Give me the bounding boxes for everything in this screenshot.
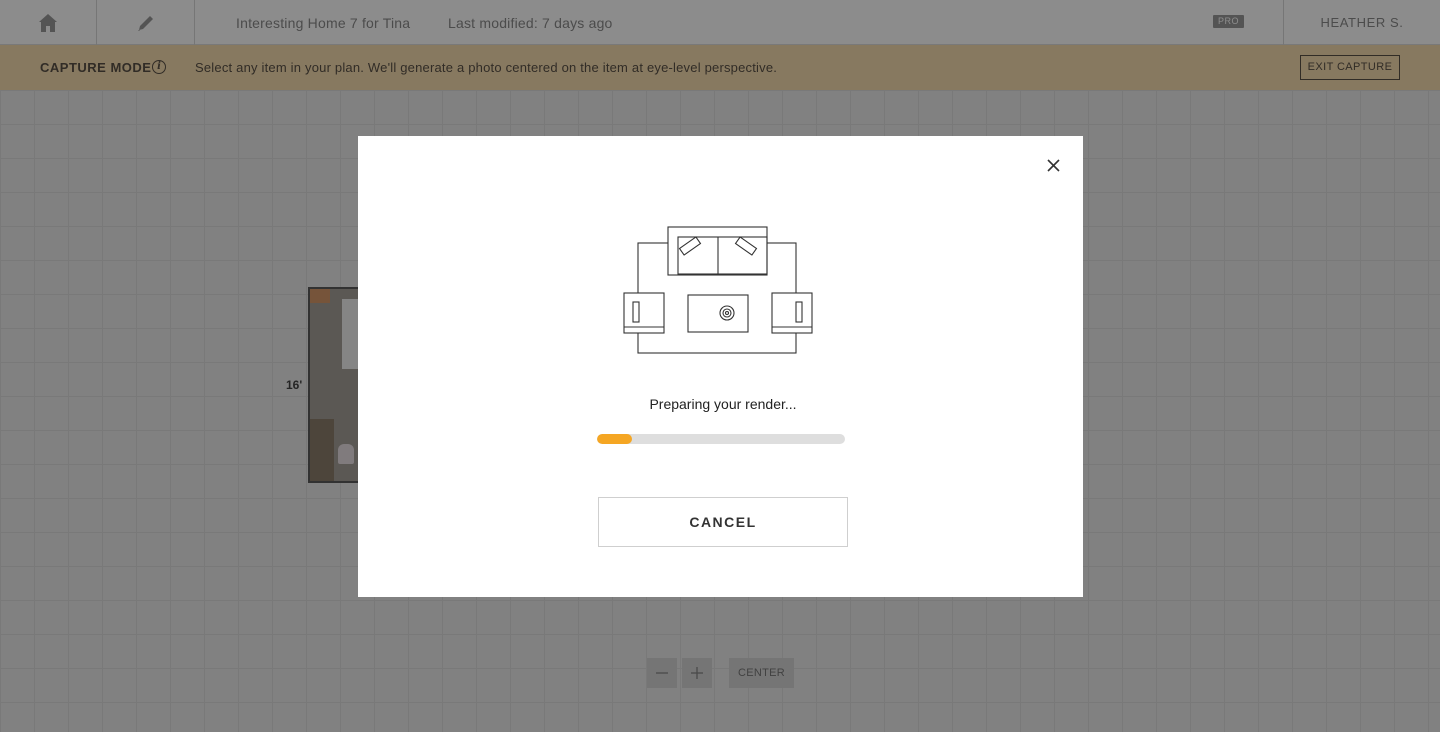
living-room-layout-icon	[623, 226, 813, 354]
render-status-text: Preparing your render...	[649, 396, 797, 412]
render-modal: Preparing your render... CANCEL	[358, 136, 1083, 597]
render-progress-fill	[597, 434, 632, 444]
cancel-button[interactable]: CANCEL	[598, 497, 848, 547]
render-progress-bar	[597, 434, 845, 444]
close-button[interactable]	[1044, 156, 1062, 174]
close-icon	[1046, 158, 1060, 172]
